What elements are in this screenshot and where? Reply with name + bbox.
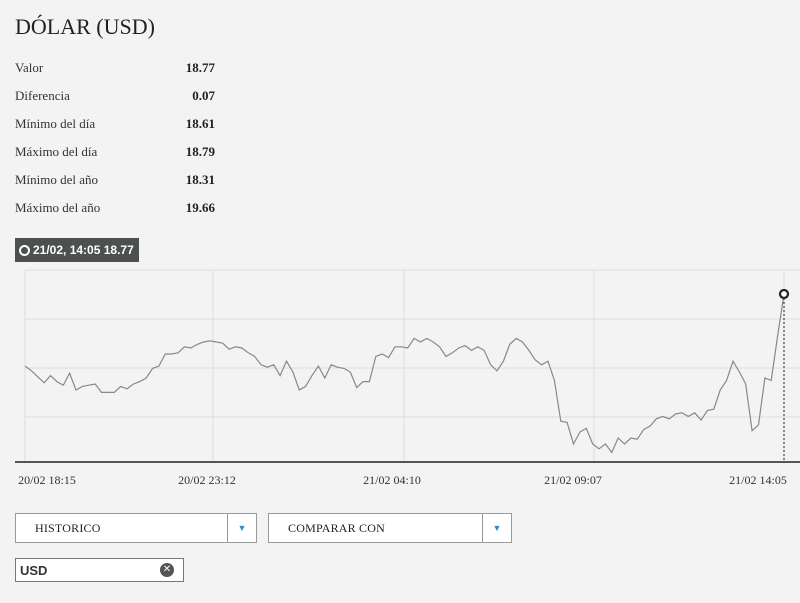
stat-label: Mínimo del año bbox=[15, 172, 99, 187]
stat-value: 18.61 bbox=[185, 116, 215, 131]
x-tick-label: 20/02 23:12 bbox=[178, 473, 236, 487]
chevron-down-icon[interactable]: ▼ bbox=[227, 514, 256, 542]
historico-select[interactable]: HISTORICO ▼ bbox=[15, 513, 257, 543]
stat-value: 18.79 bbox=[185, 144, 215, 159]
historico-select-label: HISTORICO bbox=[35, 521, 101, 535]
comparar-select[interactable]: COMPARAR CON ▼ bbox=[268, 513, 512, 543]
x-tick-label: 20/02 18:15 bbox=[18, 473, 76, 487]
marker-dot-icon bbox=[19, 244, 30, 256]
currency-tag: USD ✕ bbox=[15, 558, 184, 582]
close-icon[interactable]: ✕ bbox=[160, 563, 174, 577]
stat-value: 0.07 bbox=[192, 88, 215, 103]
page-title: DÓLAR (USD) bbox=[15, 14, 155, 39]
chart-grid bbox=[24, 269, 800, 462]
price-chart[interactable] bbox=[0, 262, 800, 468]
chevron-down-icon[interactable]: ▼ bbox=[482, 514, 511, 542]
stat-label: Diferencia bbox=[15, 88, 70, 103]
stat-value: 18.77 bbox=[185, 60, 215, 75]
stat-label: Máximo del año bbox=[15, 200, 101, 215]
tooltip-text: 21/02, 14:05 18.77 bbox=[33, 243, 134, 257]
stat-row-maximo-ano: Máximo del año 19.66 bbox=[15, 200, 215, 220]
stat-label: Valor bbox=[15, 60, 44, 75]
stat-label: Máximo del día bbox=[15, 144, 98, 159]
cursor-dot bbox=[778, 288, 790, 300]
x-tick-label: 21/02 09:07 bbox=[544, 473, 602, 487]
stat-row-diferencia: Diferencia 0.07 bbox=[15, 88, 215, 108]
stat-value: 19.66 bbox=[185, 200, 215, 215]
stat-row-minimo-ano: Mínimo del año 18.31 bbox=[15, 172, 215, 192]
x-tick-label: 21/02 04:10 bbox=[363, 473, 421, 487]
stat-row-minimo-dia: Mínimo del día 18.61 bbox=[15, 116, 215, 136]
stat-row-maximo-dia: Máximo del día 18.79 bbox=[15, 144, 215, 164]
currency-tag-label: USD bbox=[20, 563, 48, 578]
stat-label: Mínimo del día bbox=[15, 116, 96, 131]
chart-tooltip: 21/02, 14:05 18.77 bbox=[15, 238, 139, 262]
x-tick-label: 21/02 14:05 bbox=[729, 473, 787, 487]
stat-value: 18.31 bbox=[185, 172, 215, 187]
comparar-select-label: COMPARAR CON bbox=[288, 521, 385, 535]
stat-row-valor: Valor 18.77 bbox=[15, 60, 215, 80]
